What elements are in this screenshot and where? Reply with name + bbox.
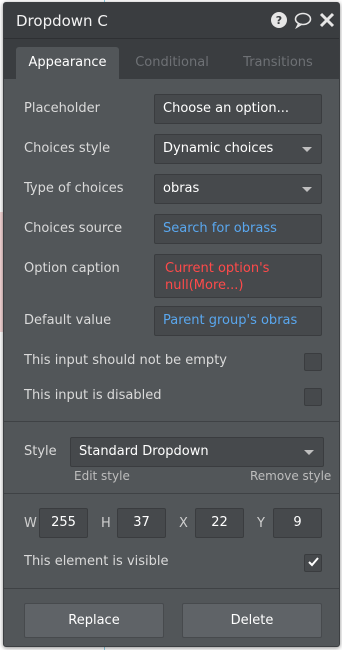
- delete-button[interactable]: Delete: [182, 603, 322, 638]
- width-label: W: [24, 516, 37, 531]
- panel-header: Dropdown C ?: [4, 3, 339, 39]
- divider: [4, 493, 339, 494]
- y-input[interactable]: 9: [273, 508, 322, 538]
- chevron-down-icon: [302, 187, 312, 192]
- style-dropdown[interactable]: Standard Dropdown: [70, 437, 324, 467]
- not-empty-checkbox[interactable]: [304, 353, 322, 371]
- default-value-expression[interactable]: Parent group's obras: [154, 306, 322, 336]
- replace-button[interactable]: Replace: [24, 603, 164, 638]
- edit-style-link[interactable]: Edit style: [74, 469, 130, 483]
- help-icon[interactable]: ?: [270, 11, 288, 29]
- default-value-label: Default value: [24, 313, 112, 328]
- close-icon[interactable]: [318, 11, 336, 29]
- choices-style-label: Choices style: [24, 141, 111, 156]
- style-value: Standard Dropdown: [79, 444, 209, 459]
- svg-text:?: ?: [276, 14, 282, 27]
- panel-title: Dropdown C: [16, 12, 108, 30]
- option-caption-label: Option caption: [24, 261, 120, 276]
- not-empty-label: This input should not be empty: [24, 353, 227, 368]
- disabled-checkbox[interactable]: [304, 388, 322, 406]
- tab-conditional[interactable]: Conditional: [124, 47, 220, 79]
- tab-appearance[interactable]: Appearance: [16, 47, 119, 79]
- divider: [4, 588, 339, 589]
- choices-source-expression[interactable]: Search for obrass: [154, 214, 322, 244]
- x-input[interactable]: 22: [195, 508, 244, 538]
- choices-style-dropdown[interactable]: Dynamic choices: [154, 134, 322, 164]
- option-caption-expression[interactable]: Current option's null(More...): [154, 254, 322, 298]
- height-input[interactable]: 37: [117, 508, 166, 538]
- height-label: H: [101, 516, 111, 531]
- disabled-label: This input is disabled: [24, 388, 162, 403]
- visible-checkbox[interactable]: [304, 554, 322, 572]
- y-label: Y: [257, 516, 265, 531]
- comment-icon[interactable]: [294, 11, 312, 29]
- choices-style-value: Dynamic choices: [163, 141, 274, 156]
- style-label: Style: [24, 444, 57, 459]
- placeholder-input[interactable]: Choose an option...: [154, 94, 322, 124]
- type-of-choices-label: Type of choices: [24, 181, 124, 196]
- chevron-down-icon: [302, 147, 312, 152]
- placeholder-label: Placeholder: [24, 101, 100, 116]
- remove-style-link[interactable]: Remove style: [250, 469, 331, 483]
- divider: [4, 421, 339, 422]
- chevron-down-icon: [304, 450, 314, 455]
- checkmark-icon: [308, 557, 319, 567]
- tab-bar: Appearance Conditional Transitions: [4, 39, 339, 79]
- choices-source-label: Choices source: [24, 221, 123, 236]
- width-input[interactable]: 255: [39, 508, 88, 538]
- type-of-choices-dropdown[interactable]: obras: [154, 174, 322, 204]
- panel-header-icons: ?: [270, 11, 336, 29]
- x-label: X: [179, 516, 188, 531]
- visible-label: This element is visible: [24, 554, 169, 569]
- type-of-choices-value: obras: [163, 181, 200, 196]
- tab-transitions[interactable]: Transitions: [230, 47, 326, 79]
- property-editor-panel: Dropdown C ? Appearance Conditional Tran…: [3, 2, 340, 647]
